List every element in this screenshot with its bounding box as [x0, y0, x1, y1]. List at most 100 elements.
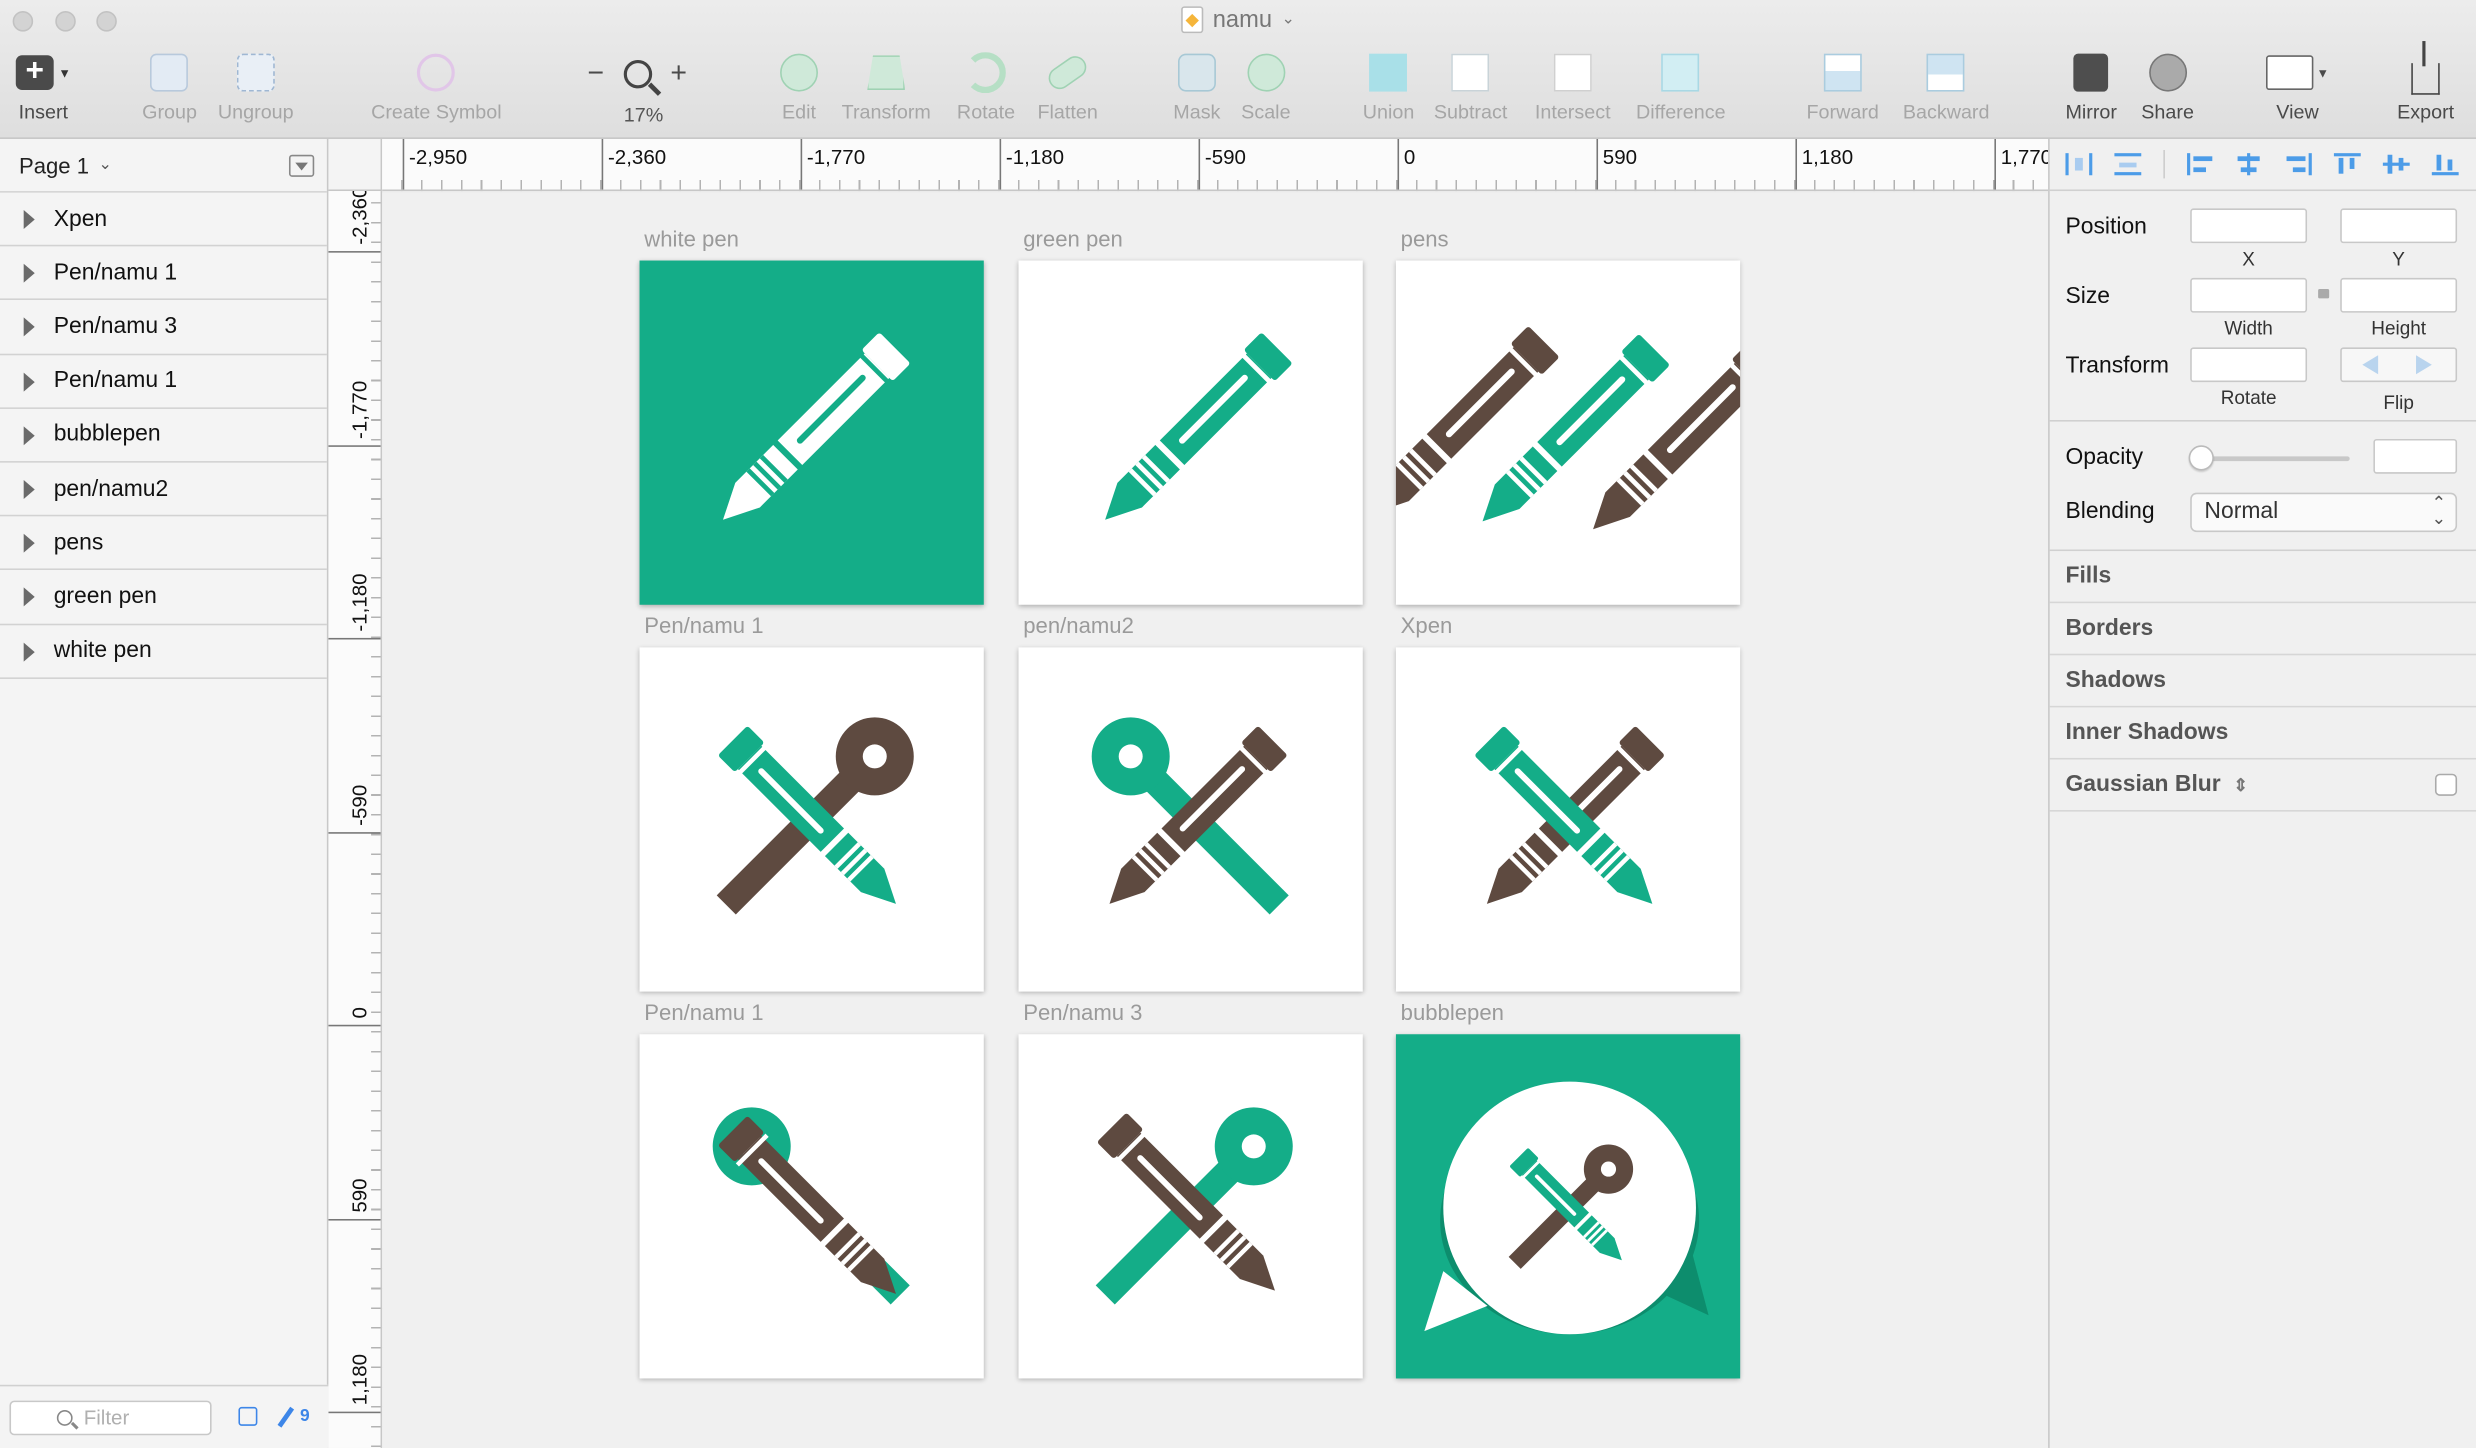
- forward-button[interactable]: Forward: [1806, 51, 1879, 123]
- distribute-horizontal-icon[interactable]: [2065, 153, 2093, 176]
- close-window-button[interactable]: [12, 11, 34, 32]
- page-selector[interactable]: Page 1 ⌄: [0, 139, 327, 193]
- view-button[interactable]: ▼ View: [2266, 51, 2329, 123]
- artboard[interactable]: [1395, 260, 1741, 605]
- artboard[interactable]: [1018, 260, 1363, 605]
- subtract-button[interactable]: Subtract: [1434, 51, 1507, 123]
- collapse-pages-icon[interactable]: [288, 154, 315, 177]
- opacity-slider[interactable]: [2191, 456, 2350, 462]
- filter-input[interactable]: Filter: [9, 1400, 212, 1436]
- zoom-window-button[interactable]: [96, 11, 117, 32]
- align-center-horizontal-icon[interactable]: [2236, 153, 2263, 176]
- ruler-corner: [328, 138, 383, 192]
- intersect-button[interactable]: Intersect: [1535, 51, 1611, 123]
- transform-button[interactable]: Transform: [842, 51, 931, 123]
- vertical-ruler[interactable]: -2,360 -1,770 -1,180 -590 0 590 1,180: [328, 191, 383, 1448]
- artboard-label[interactable]: pen/namu2: [1023, 613, 1134, 638]
- flip-horizontal-icon[interactable]: [2362, 355, 2379, 375]
- mask-button[interactable]: Mask: [1173, 51, 1220, 123]
- disclosure-triangle-icon[interactable]: [23, 641, 35, 661]
- artboard[interactable]: [639, 260, 984, 605]
- height-field[interactable]: [2340, 277, 2458, 313]
- opacity-field[interactable]: [2373, 438, 2458, 474]
- width-field[interactable]: [2190, 277, 2308, 313]
- inspector-section[interactable]: Inner Shadows: [2049, 707, 2476, 760]
- inspector-section[interactable]: Fills: [2049, 551, 2476, 604]
- artboard[interactable]: [1395, 1034, 1741, 1379]
- disclosure-triangle-icon[interactable]: [23, 425, 35, 445]
- horizontal-ruler[interactable]: -2,950 -2,360 -1,770 -1,180 -590 0 590 1,180 1,7…: [382, 138, 2049, 192]
- edit-button[interactable]: Edit: [780, 51, 818, 123]
- layer-item[interactable]: Pen/namu 1: [0, 247, 327, 301]
- difference-button[interactable]: Difference: [1636, 51, 1726, 123]
- layer-item[interactable]: pen/namu2: [0, 463, 327, 517]
- zoom-in-button[interactable]: +: [670, 57, 687, 90]
- artboard-label[interactable]: Pen/namu 3: [1023, 1000, 1142, 1025]
- artboard-label[interactable]: white pen: [644, 226, 739, 251]
- artboard[interactable]: [639, 1034, 984, 1379]
- zoom-out-button[interactable]: −: [587, 57, 604, 90]
- gaussian-blur-checkbox[interactable]: [2434, 773, 2458, 796]
- ungroup-button[interactable]: Ungroup: [218, 51, 294, 123]
- artboard-label[interactable]: Pen/namu 1: [644, 613, 763, 638]
- layer-item[interactable]: green pen: [0, 571, 327, 625]
- flatten-button[interactable]: Flatten: [1037, 51, 1098, 123]
- position-x-field[interactable]: [2190, 208, 2308, 244]
- layer-item[interactable]: bubblepen: [0, 409, 327, 463]
- flip-control[interactable]: [2340, 347, 2458, 383]
- layer-item[interactable]: Pen/namu 3: [0, 301, 327, 355]
- window-title[interactable]: namu ⌄: [1181, 6, 1295, 34]
- distribute-vertical-icon[interactable]: [2114, 153, 2142, 176]
- disclosure-triangle-icon[interactable]: [23, 210, 35, 229]
- artboard[interactable]: [1018, 647, 1363, 992]
- disclosure-triangle-icon[interactable]: [23, 533, 35, 553]
- disclosure-triangle-icon[interactable]: [23, 479, 35, 499]
- inspector-section[interactable]: Gaussian Blur ⇕: [2049, 759, 2476, 812]
- union-button[interactable]: Union: [1363, 51, 1414, 123]
- scale-button[interactable]: Scale: [1241, 51, 1291, 123]
- artboard[interactable]: [1395, 647, 1741, 992]
- lock-icon[interactable]: [2318, 288, 2330, 299]
- group-button[interactable]: Group: [142, 51, 197, 123]
- disclosure-triangle-icon[interactable]: [23, 587, 35, 607]
- magnifier-icon[interactable]: [622, 59, 661, 96]
- symbols-filter-icon[interactable]: [238, 1406, 258, 1426]
- inspector-section[interactable]: Borders: [2049, 603, 2476, 656]
- align-bottom-icon[interactable]: [2431, 153, 2459, 176]
- align-middle-icon[interactable]: [2382, 153, 2410, 175]
- create-symbol-button[interactable]: Create Symbol: [371, 51, 502, 123]
- disclosure-triangle-icon[interactable]: [23, 371, 35, 391]
- layer-item[interactable]: Xpen: [0, 193, 327, 247]
- pen-filter-icon[interactable]: [277, 1406, 295, 1428]
- insert-button[interactable]: + ▼ Insert: [15, 51, 71, 123]
- disclosure-triangle-icon[interactable]: [23, 317, 35, 337]
- mirror-button[interactable]: Mirror: [2065, 51, 2117, 123]
- position-y-field[interactable]: [2340, 208, 2458, 244]
- blending-select[interactable]: Normal ⌃ ⌄: [2190, 492, 2458, 533]
- artboard-label[interactable]: Pen/namu 1: [644, 1000, 763, 1025]
- chevron-up-down-icon[interactable]: ⇕: [2233, 777, 2248, 796]
- backward-button[interactable]: Backward: [1903, 51, 1989, 123]
- artboard[interactable]: [1018, 1034, 1363, 1379]
- artboard-label[interactable]: pens: [1401, 226, 1449, 251]
- opacity-slider-knob[interactable]: [2188, 445, 2214, 471]
- align-right-icon[interactable]: [2285, 153, 2312, 176]
- align-top-icon[interactable]: [2333, 153, 2361, 175]
- canvas[interactable]: white pen green pen pens Pen/namu 1 pen/namu…: [382, 192, 2049, 1448]
- export-button[interactable]: Export: [2397, 41, 2454, 123]
- artboard-label[interactable]: Xpen: [1401, 613, 1453, 638]
- rotate-button[interactable]: Rotate: [957, 51, 1015, 123]
- artboard-label[interactable]: green pen: [1023, 226, 1123, 251]
- share-button[interactable]: Share: [2141, 51, 2194, 123]
- artboard-label[interactable]: bubblepen: [1401, 1000, 1504, 1025]
- layer-item[interactable]: white pen: [0, 624, 327, 679]
- flip-vertical-icon[interactable]: [2416, 355, 2432, 375]
- layer-item[interactable]: Pen/namu 1: [0, 355, 327, 409]
- rotate-field[interactable]: [2190, 347, 2308, 383]
- inspector-section[interactable]: Shadows: [2049, 655, 2476, 708]
- minimize-window-button[interactable]: [55, 11, 76, 32]
- artboard[interactable]: [639, 647, 984, 992]
- layer-item[interactable]: pens: [0, 517, 327, 571]
- disclosure-triangle-icon[interactable]: [23, 263, 35, 283]
- align-left-icon[interactable]: [2187, 153, 2214, 176]
